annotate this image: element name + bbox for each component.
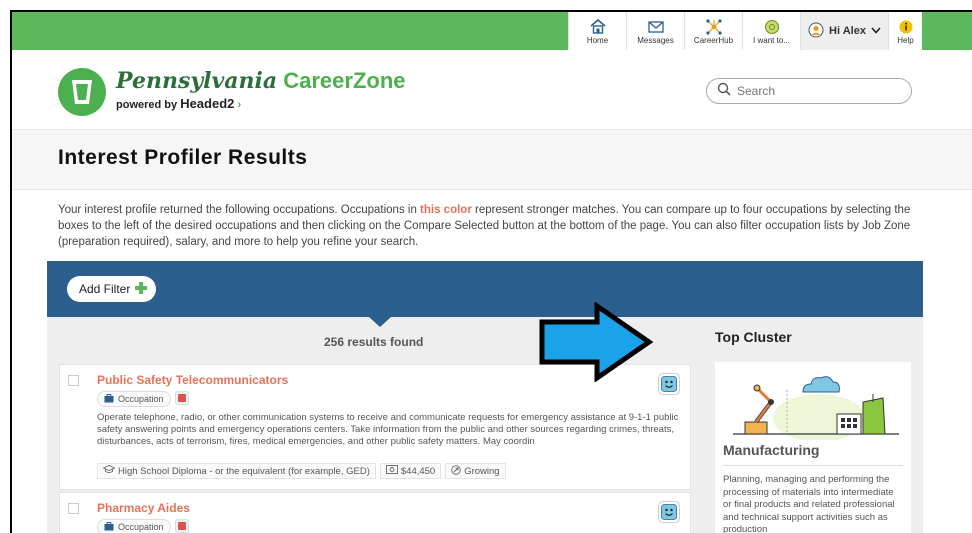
intro-part1: Your interest profile returned the follo… [58,204,421,216]
results-count: 256 results found [324,335,424,349]
nav-messages-label: Messages [637,35,674,45]
filter-bar: Add Filter [47,261,923,317]
nav-careerhub[interactable]: CareerHub [684,12,742,50]
add-filter-label: Add Filter [79,282,131,296]
site-title-script: Pennsylvania [116,68,278,94]
intro-accent: this color [420,204,472,216]
envelope-icon [647,18,664,36]
badge-row: Occupation [97,519,189,533]
plus-icon [134,281,148,298]
cluster-description: Planning, managing and performing the pr… [723,474,895,533]
keystone-logo-icon[interactable] [58,68,106,116]
occupation-badge-label: Occupation [118,394,164,404]
briefcase-icon [104,393,114,405]
user-menu[interactable]: Hi Alex [800,12,888,50]
site-header: Pennsylvania CareerZone powered by Heade… [12,50,972,130]
powered-by: powered by Headed2 › [116,96,241,111]
manufacturing-illustration-icon [733,376,899,440]
caret-pointer [369,317,391,327]
education-text: High School Diploma - or the equivalent … [118,465,370,477]
network-icon [705,18,723,36]
top-cluster-heading: Top Cluster [715,329,792,345]
graduation-cap-icon [102,465,116,477]
occupation-badge-label: Occupation [118,522,164,532]
search-icon [717,82,731,101]
divider [723,465,903,466]
occupation-title[interactable]: Pharmacy Aides [97,501,190,515]
add-filter-button[interactable]: Add Filter [67,276,157,302]
occupation-badge: Occupation [97,519,171,533]
chevron-down-icon [871,25,881,37]
search-input[interactable] [737,84,897,98]
meta-row: High School Diploma - or the equivalent … [97,463,506,479]
avatar-icon [808,22,824,41]
nav-help-label: Help [897,35,914,45]
occupation-badge: Occupation [97,391,171,407]
cluster-card[interactable]: Manufacturing Planning, managing and per… [715,362,911,533]
occupation-title[interactable]: Public Safety Telecommunicators [97,373,288,387]
nav-home-label: Home [586,35,609,45]
info-icon [899,18,913,36]
cluster-name: Manufacturing [723,442,820,458]
site-title-brand: CareerZone [283,68,406,93]
bookmark-icon[interactable] [174,519,189,533]
nav-home[interactable]: Home [568,12,626,50]
result-card: Public Safety Telecommunicators Occupati… [59,364,691,490]
site-title[interactable]: Pennsylvania CareerZone [116,68,406,94]
search-box[interactable] [706,78,912,104]
compare-checkbox[interactable] [68,503,79,514]
compare-checkbox[interactable] [68,375,79,386]
nav-messages[interactable]: Messages [626,12,684,50]
badge-row: Occupation [97,391,189,407]
salary-text: $44,450 [400,465,436,477]
intro-text: Your interest profile returned the follo… [58,202,928,250]
result-card: Pharmacy Aides Occupation [59,492,691,533]
briefcase-icon [104,521,114,533]
user-greeting: Hi Alex [829,25,866,37]
compass-icon [764,18,780,36]
outlook-tag: Growing [445,463,506,479]
nav-i-want-to[interactable]: I want to... [742,12,800,50]
powered-by-label: powered by [116,99,178,111]
nav-careerhub-label: CareerHub [693,35,734,45]
smiley-rating-icon[interactable] [658,373,680,395]
title-band: Interest Profiler Results [12,130,972,190]
education-tag: High School Diploma - or the equivalent … [97,463,376,479]
partner-name: Headed2 [180,96,235,111]
app-frame: Home Messages CareerHub I want to... Hi … [10,10,972,533]
occupation-description: Operate telephone, radio, or other commu… [97,412,679,447]
chevron-right-icon: › [237,99,242,111]
nav-help[interactable]: Help [888,12,922,50]
nav-i-want-to-label: I want to... [753,35,790,45]
smiley-rating-icon[interactable] [658,501,680,523]
annotation-arrow-icon [539,302,654,382]
top-nav: Home Messages CareerHub I want to... Hi … [568,12,922,50]
salary-tag: $44,450 [379,463,442,479]
growth-icon [451,464,461,478]
outlook-text: Growing [464,465,500,477]
home-icon [589,18,606,36]
page-title: Interest Profiler Results [58,146,308,169]
money-icon [385,465,398,477]
bookmark-icon[interactable] [174,391,189,405]
